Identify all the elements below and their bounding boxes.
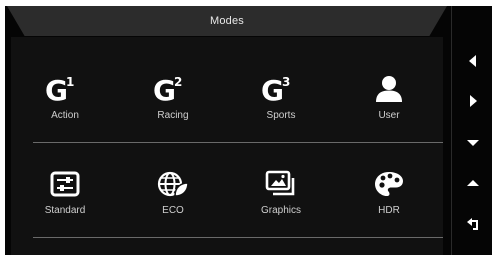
mode-label: HDR (378, 205, 400, 216)
title-bar: Modes (7, 6, 447, 36)
modes-row-2: Standard ECO Graphics HDR (11, 167, 443, 223)
mode-label: Racing (157, 110, 189, 121)
up-arrow-button[interactable] (452, 168, 492, 198)
mode-label: User (378, 110, 400, 121)
modes-panel: G 1 Action G 2 Racing G 3 Sports User St… (11, 37, 443, 255)
g3-icon: G 3 (251, 72, 311, 106)
divider (33, 237, 443, 238)
svg-text:G: G (45, 75, 68, 103)
mode-sports[interactable]: G 3 Sports (227, 72, 335, 128)
mode-label: ECO (162, 205, 184, 216)
mode-label: Standard (44, 205, 86, 216)
g2-icon: G 2 (143, 72, 203, 106)
eco-globe-icon (143, 167, 203, 201)
back-button[interactable] (452, 209, 492, 239)
mode-standard[interactable]: Standard (11, 167, 119, 223)
back-icon (466, 218, 478, 230)
mode-hdr[interactable]: HDR (335, 167, 443, 223)
up-arrow-icon (466, 180, 479, 186)
down-arrow-button[interactable] (452, 128, 492, 158)
mode-action[interactable]: G 1 Action (11, 72, 119, 128)
g1-icon: G 1 (35, 72, 95, 106)
mode-graphics[interactable]: Graphics (227, 167, 335, 223)
right-arrow-icon (469, 95, 477, 107)
user-icon (359, 72, 419, 106)
nav-controls (451, 6, 492, 255)
svg-text:3: 3 (282, 75, 290, 89)
divider (33, 142, 443, 143)
svg-text:2: 2 (174, 75, 182, 89)
mode-racing[interactable]: G 2 Racing (119, 72, 227, 128)
modes-row-1: G 1 Action G 2 Racing G 3 Sports User (11, 72, 443, 128)
sliders-icon (35, 167, 95, 201)
down-arrow-icon (466, 140, 479, 146)
svg-text:G: G (153, 75, 176, 103)
mode-label: Action (51, 110, 79, 121)
left-arrow-icon (468, 55, 476, 67)
svg-text:1: 1 (66, 75, 74, 89)
pictures-icon (251, 167, 311, 201)
mode-label: Sports (266, 110, 296, 121)
mode-user[interactable]: User (335, 72, 443, 128)
palette-icon (359, 167, 419, 201)
mode-label: Graphics (260, 205, 301, 216)
page-title: Modes (209, 15, 245, 27)
svg-text:G: G (261, 75, 284, 103)
right-arrow-button[interactable] (452, 86, 492, 116)
osd-window: Modes G 1 Action G 2 Racing G 3 Sports U… (5, 6, 492, 255)
mode-eco[interactable]: ECO (119, 167, 227, 223)
left-arrow-button[interactable] (452, 46, 492, 76)
